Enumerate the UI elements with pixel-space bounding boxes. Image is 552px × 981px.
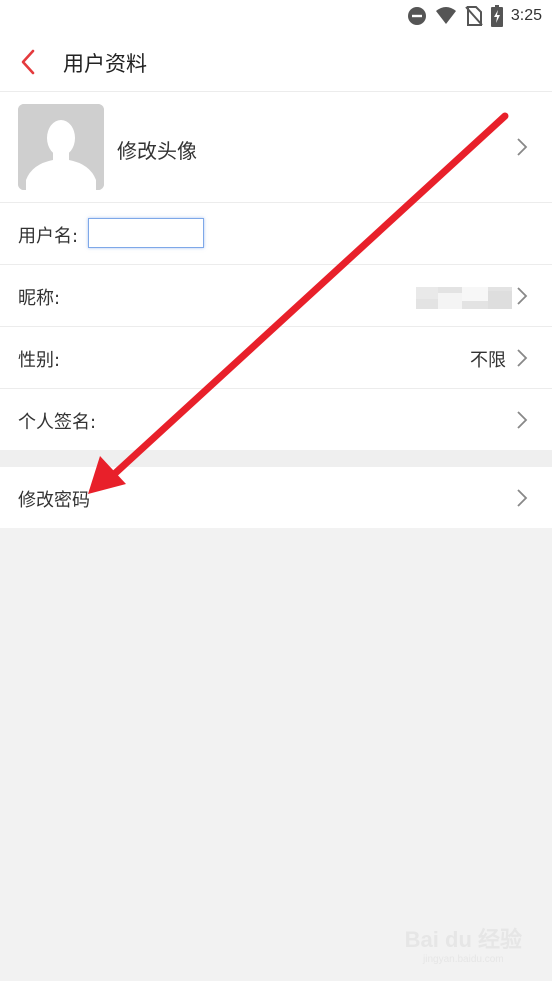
chevron-right-icon	[517, 138, 528, 156]
change-avatar-label: 修改头像	[117, 139, 197, 163]
username-row: 用户名:	[0, 203, 552, 265]
status-icons: 3:25	[407, 4, 542, 28]
back-button[interactable]	[14, 46, 46, 78]
chevron-right-icon	[517, 411, 528, 429]
username-label: 用户名:	[18, 226, 79, 247]
profile-section: 修改头像 用户名: 昵称: 性别: 不限 个人签名:	[0, 92, 552, 450]
nickname-value-redacted	[416, 287, 512, 309]
status-bar: 3:25	[0, 0, 552, 32]
chevron-right-icon	[517, 287, 528, 305]
chevron-left-icon	[21, 49, 35, 75]
chevron-right-icon	[517, 349, 528, 367]
wifi-icon	[435, 7, 456, 24]
gender-value: 不限	[470, 350, 506, 371]
change-password-label: 修改密码	[18, 490, 90, 511]
no-sim-icon	[465, 6, 483, 26]
status-time: 3:25	[510, 7, 542, 24]
username-field[interactable]	[88, 218, 204, 248]
chevron-right-icon	[517, 489, 528, 507]
nickname-row[interactable]: 昵称:	[0, 265, 552, 327]
signature-row[interactable]: 个人签名:	[0, 389, 552, 450]
baidu-jingyan-watermark: Bai du 经验 jingyan.baidu.com	[405, 922, 522, 965]
title-bar: 用户资料	[0, 32, 552, 92]
signature-label: 个人签名:	[18, 412, 97, 433]
watermark-brand: Bai du 经验	[404, 927, 522, 952]
nickname-label: 昵称:	[18, 288, 61, 309]
change-password-row[interactable]: 修改密码	[0, 467, 552, 528]
gender-row[interactable]: 性别: 不限	[0, 327, 552, 389]
gender-label: 性别:	[18, 350, 61, 371]
dnd-icon	[407, 7, 426, 25]
default-avatar-icon	[18, 104, 104, 190]
section-divider	[0, 450, 552, 467]
battery-charging-icon	[490, 5, 503, 27]
avatar	[18, 104, 104, 190]
watermark-url: jingyan.baidu.com	[423, 954, 504, 965]
change-avatar-row[interactable]: 修改头像	[0, 92, 552, 203]
page-title: 用户资料	[63, 52, 147, 76]
security-section: 修改密码	[0, 467, 552, 528]
